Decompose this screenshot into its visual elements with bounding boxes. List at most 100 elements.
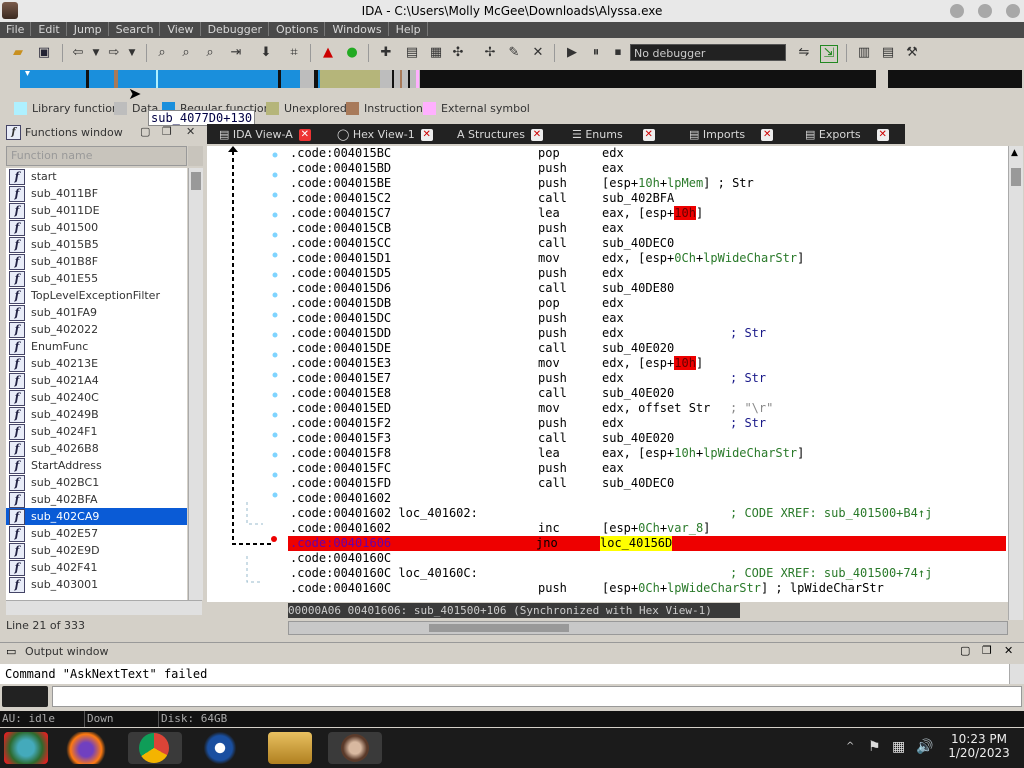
- file-explorer-icon[interactable]: [268, 732, 312, 764]
- maximize-button[interactable]: [978, 4, 992, 18]
- close-panel-icon[interactable]: ✕: [186, 125, 195, 138]
- ida-taskbar-item[interactable]: [328, 732, 382, 764]
- function-list-item[interactable]: f sub_401E55: [6, 270, 187, 287]
- function-list-item[interactable]: f sub_402CA9: [6, 508, 187, 525]
- show-hidden-icons-icon[interactable]: ^: [846, 741, 854, 752]
- navigation-band[interactable]: [0, 68, 1024, 92]
- close-tab-icon[interactable]: ✕: [642, 129, 655, 141]
- code-line[interactable]: .code:004015BE push [esp+10h+lpMem] ; Str: [290, 176, 1006, 191]
- network-icon[interactable]: ▦: [892, 739, 905, 755]
- functions-vertical-scrollbar[interactable]: [188, 168, 203, 600]
- tab-hex-view-1[interactable]: ◯ Hex View-1 ✕: [337, 126, 433, 143]
- code-line[interactable]: .code:004015E7 push edx ; Str: [290, 371, 1006, 386]
- disassembly-vertical-scrollbar[interactable]: ▲: [1008, 146, 1023, 620]
- run-green-icon[interactable]: ●: [344, 45, 360, 61]
- function-list-item[interactable]: f sub_4026B8: [6, 440, 187, 457]
- jump-icon[interactable]: ⇥: [228, 45, 244, 61]
- breakpoints-icon[interactable]: ▥: [856, 45, 872, 61]
- code-line[interactable]: .code:004015DD push edx ; Str: [290, 326, 1006, 341]
- function-list-item[interactable]: f sub_4015B5: [6, 236, 187, 253]
- forward-dropdown-icon[interactable]: ▼: [124, 45, 140, 61]
- function-list-item[interactable]: f sub_40249B: [6, 406, 187, 423]
- code-line[interactable]: .code:00401602: [290, 491, 1006, 506]
- code-line[interactable]: .code:004015FD call sub_40DEC0: [290, 476, 1006, 491]
- delete-icon[interactable]: ✕: [530, 45, 546, 61]
- code-line[interactable]: .code:0040160C push [esp+0Ch+lpWideCharStr…: [290, 581, 1006, 596]
- pause-process-icon[interactable]: ⏸: [588, 45, 604, 61]
- firefox-icon[interactable]: [64, 732, 108, 764]
- code-line[interactable]: .code:0040160C loc_40160C: ; CODE XREF: s…: [290, 566, 1006, 581]
- code-line[interactable]: .code:00401602 inc [esp+0Ch+var_8]: [290, 521, 1006, 536]
- code-line[interactable]: .code:004015D1 mov edx, [esp+0Ch+lpWideCha…: [290, 251, 1006, 266]
- search-text-icon[interactable]: ⌕: [178, 45, 194, 61]
- data-icon[interactable]: ▤: [404, 45, 420, 61]
- function-list-item[interactable]: f sub_402022: [6, 321, 187, 338]
- code-line[interactable]: .code:004015C7 lea eax, [esp+10h]: [290, 206, 1006, 221]
- float-icon[interactable]: ▢: [140, 125, 150, 138]
- search-binary-icon[interactable]: ⌕: [154, 45, 170, 61]
- close-tab-icon[interactable]: ✕: [761, 129, 774, 141]
- function-icon[interactable]: ✢: [482, 45, 498, 61]
- command-input[interactable]: [52, 686, 1022, 707]
- functions-list[interactable]: f start f sub_4011BF f sub_4011DE f sub_401500 f…: [6, 168, 187, 600]
- code-line[interactable]: .code:0040160C: [290, 551, 1006, 566]
- string-icon[interactable]: ▦: [428, 45, 444, 61]
- close-tab-icon[interactable]: ✕: [530, 129, 543, 141]
- function-list-item[interactable]: f sub_401500: [6, 219, 187, 236]
- back-dropdown-icon[interactable]: ▼: [88, 45, 104, 61]
- current-code-line[interactable]: .code:00401606 jno loc_40156D: [288, 536, 1006, 551]
- function-list-item[interactable]: f sub_402BFA: [6, 491, 187, 508]
- code-line[interactable]: .code:004015F2 push edx ; Str: [290, 416, 1006, 431]
- function-list-item[interactable]: f sub_401FA9: [6, 304, 187, 321]
- menu-jump[interactable]: Jump: [68, 22, 109, 36]
- function-list-item[interactable]: f sub_402E9D: [6, 542, 187, 559]
- function-list-item[interactable]: f sub_403001: [6, 576, 187, 593]
- forward-icon[interactable]: ⇨: [106, 45, 122, 61]
- code-line[interactable]: .code:00401602 loc_401602: ; CODE XREF: s…: [290, 506, 1006, 521]
- chrome-canary-icon[interactable]: [4, 732, 48, 764]
- flag-icon[interactable]: ⚑: [868, 739, 881, 755]
- tab-imports[interactable]: ▤ Imports ✕: [689, 126, 774, 143]
- function-list-item[interactable]: f sub_402E57: [6, 525, 187, 542]
- menu-options[interactable]: Options: [270, 22, 326, 36]
- function-list-item[interactable]: f sub_401B8F: [6, 253, 187, 270]
- function-list-item[interactable]: f StartAddress: [6, 457, 187, 474]
- search-immediate-icon[interactable]: ⌕: [202, 45, 218, 61]
- volume-icon[interactable]: 🔊: [916, 739, 933, 755]
- function-list-item[interactable]: f sub_40240C: [6, 389, 187, 406]
- disassembly-horizontal-scrollbar[interactable]: [288, 621, 1008, 635]
- debugger-select[interactable]: No debugger: [630, 44, 786, 61]
- tab-exports[interactable]: ▤ Exports ✕: [805, 126, 889, 143]
- minimize-button[interactable]: [950, 4, 964, 18]
- disassembly-view[interactable]: .code:004015BC pop edx .code:004015BD push ea…: [288, 146, 1008, 602]
- graph-icon[interactable]: ⌗: [286, 45, 302, 61]
- code-line[interactable]: .code:004015C2 call sub_402BFA: [290, 191, 1006, 206]
- down-arrow-icon[interactable]: ⬇: [258, 45, 274, 61]
- menu-view[interactable]: View: [161, 22, 201, 36]
- code-line[interactable]: .code:004015CB push eax: [290, 221, 1006, 236]
- tab-enums[interactable]: ☰ Enums ✕: [572, 126, 655, 143]
- close-tab-icon[interactable]: ✕: [876, 129, 889, 141]
- tools-icon[interactable]: ⚒: [904, 45, 920, 61]
- code-line[interactable]: .code:004015E8 call sub_40E020: [290, 386, 1006, 401]
- menu-file[interactable]: File: [0, 22, 32, 36]
- menu-edit[interactable]: Edit: [32, 22, 67, 36]
- code-line[interactable]: .code:004015F8 lea eax, [esp+10h+lpWideCha…: [290, 446, 1006, 461]
- command-language-button[interactable]: [2, 686, 48, 707]
- function-list-item[interactable]: f sub_40213E: [6, 355, 187, 372]
- function-list-item[interactable]: f EnumFunc: [6, 338, 187, 355]
- tab-structures[interactable]: A Structures ✕: [457, 126, 543, 143]
- restore-icon[interactable]: ❐: [982, 644, 992, 657]
- code-line[interactable]: .code:004015DE call sub_40E020: [290, 341, 1006, 356]
- output-scrollbar[interactable]: [1009, 664, 1024, 684]
- obama-icon[interactable]: [198, 732, 242, 764]
- code-line[interactable]: .code:004015BC pop edx: [290, 146, 1006, 161]
- chrome-taskbar-item[interactable]: [128, 732, 182, 764]
- start-process-icon[interactable]: ▶: [564, 45, 580, 61]
- code-line[interactable]: .code:004015D6 call sub_40DE80: [290, 281, 1006, 296]
- restore-icon[interactable]: ❐: [162, 125, 172, 138]
- functions-column-header[interactable]: Function name: [6, 146, 187, 166]
- code-icon[interactable]: ✚: [378, 45, 394, 61]
- functions-horizontal-scrollbar[interactable]: [6, 600, 202, 615]
- function-list-item[interactable]: f sub_4021A4: [6, 372, 187, 389]
